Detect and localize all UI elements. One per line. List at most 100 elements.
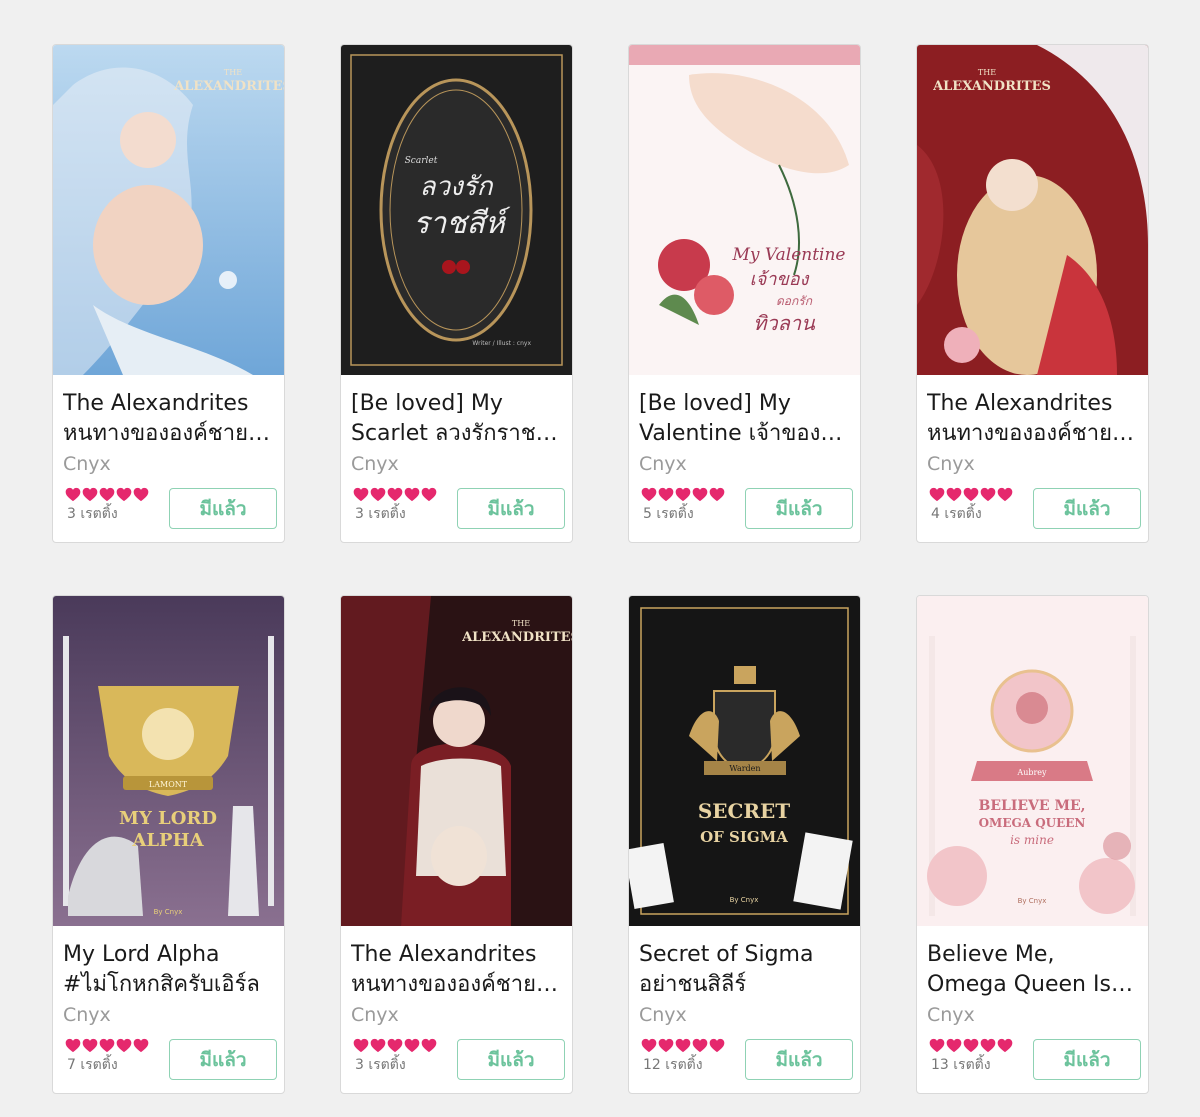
book-card[interactable]: THE ALEXANDRITES The Alexandrites หนทางขอ…	[916, 44, 1149, 543]
cover-text: By Cnyx	[730, 896, 759, 904]
book-cover[interactable]: LAMONT MY LORD ALPHA By Cnyx	[53, 596, 284, 926]
book-title[interactable]: [Be loved] My Valentine เจ้าของ…	[639, 389, 850, 449]
book-cover[interactable]: THE ALEXANDRITES	[917, 45, 1148, 375]
book-title-line1: [Be loved] My	[351, 391, 503, 416]
cover-text: THE	[224, 68, 242, 77]
heart-icon	[404, 487, 420, 502]
book-card[interactable]: THE ALEXANDRITES The Alexandrites หนทางขอ…	[340, 595, 573, 1094]
book-author[interactable]: Cnyx	[927, 1002, 1138, 1028]
heart-icon	[641, 1038, 657, 1053]
book-title-line2: Omega Queen Is…	[927, 972, 1133, 997]
book-title[interactable]: [Be loved] My Scarlet ลวงรักราช…	[351, 389, 562, 449]
heart-icon	[421, 1038, 437, 1053]
rating: 3 เรตติ้ง	[353, 1038, 437, 1076]
cover-illustration: THE ALEXANDRITES	[53, 45, 284, 375]
book-card[interactable]: My Valentine เจ้าของ ดอกรัก ทิวลาน [Be l…	[628, 44, 861, 543]
cover-illustration: Scarlet ลวงรัก ราชสีห์ Writer / Illust :…	[341, 45, 572, 375]
cover-text: ALPHA	[131, 830, 204, 851]
owned-button[interactable]: มีแล้ว	[169, 1039, 277, 1080]
book-cover[interactable]: Warden SECRET OF SIGMA By Cnyx	[629, 596, 860, 926]
cover-illustration: Aubrey BELIEVE ME, OMEGA QUEEN is mine B…	[917, 596, 1148, 926]
heart-icon	[963, 1038, 979, 1053]
heart-icon	[387, 487, 403, 502]
owned-button[interactable]: มีแล้ว	[745, 488, 853, 529]
book-title-line2: หนทางขององค์ชาย…	[927, 421, 1134, 446]
cover-text: เจ้าของ	[750, 269, 810, 290]
book-card[interactable]: Scarlet ลวงรัก ราชสีห์ Writer / Illust :…	[340, 44, 573, 543]
book-card[interactable]: LAMONT MY LORD ALPHA By Cnyx My Lord Alp…	[52, 595, 285, 1094]
book-cover[interactable]: THE ALEXANDRITES	[341, 596, 572, 926]
book-card[interactable]: Warden SECRET OF SIGMA By Cnyx Secret of…	[628, 595, 861, 1094]
book-title-line2: Valentine เจ้าของ…	[639, 421, 843, 446]
book-cover[interactable]: Scarlet ลวงรัก ราชสีห์ Writer / Illust :…	[341, 45, 572, 375]
heart-icon	[709, 1038, 725, 1053]
book-title[interactable]: Believe Me, Omega Queen Is…	[927, 940, 1138, 1000]
book-title-line2: หนทางขององค์ชาย…	[351, 972, 558, 997]
cover-text: ALEXANDRITES	[461, 630, 572, 645]
book-card[interactable]: THE ALEXANDRITES The Alexandrites หนทางขอ…	[52, 44, 285, 543]
owned-button[interactable]: มีแล้ว	[1033, 1039, 1141, 1080]
heart-icon	[353, 1038, 369, 1053]
heart-icon	[692, 1038, 708, 1053]
owned-button[interactable]: มีแล้ว	[169, 488, 277, 529]
book-author[interactable]: Cnyx	[927, 451, 1138, 477]
book-author[interactable]: Cnyx	[351, 1002, 562, 1028]
book-title[interactable]: My Lord Alpha #ไม่โกหกสิครับเอิร์ล	[63, 940, 274, 1000]
cover-illustration: Warden SECRET OF SIGMA By Cnyx	[629, 596, 860, 926]
cover-text: By Cnyx	[1018, 897, 1047, 905]
book-title[interactable]: The Alexandrites หนทางขององค์ชาย…	[351, 940, 562, 1000]
owned-button[interactable]: มีแล้ว	[1033, 488, 1141, 529]
book-author[interactable]: Cnyx	[63, 1002, 274, 1028]
owned-button[interactable]: มีแล้ว	[745, 1039, 853, 1080]
heart-icon	[82, 1038, 98, 1053]
heart-rating	[353, 487, 437, 502]
heart-icon	[963, 487, 979, 502]
book-cover[interactable]: My Valentine เจ้าของ ดอกรัก ทิวลาน	[629, 45, 860, 375]
owned-button[interactable]: มีแล้ว	[457, 1039, 565, 1080]
heart-rating	[641, 487, 725, 502]
heart-rating	[929, 487, 1013, 502]
book-title-line2: อย่าชนสิลีร์	[639, 972, 747, 997]
book-cover[interactable]: THE ALEXANDRITES	[53, 45, 284, 375]
owned-button[interactable]: มีแล้ว	[457, 488, 565, 529]
cover-text: ทิวลาน	[753, 311, 816, 335]
heart-icon	[133, 487, 149, 502]
rating: 13 เรตติ้ง	[929, 1038, 1013, 1076]
cover-text: My Valentine	[732, 245, 846, 265]
heart-rating	[929, 1038, 1013, 1053]
heart-icon	[946, 487, 962, 502]
cover-text: OMEGA QUEEN	[979, 816, 1086, 830]
heart-icon	[370, 487, 386, 502]
heart-icon	[997, 1038, 1013, 1053]
rating: 5 เรตติ้ง	[641, 487, 725, 525]
book-title-line2: หนทางขององค์ชาย…	[63, 421, 270, 446]
cover-illustration: My Valentine เจ้าของ ดอกรัก ทิวลาน	[629, 45, 860, 375]
heart-icon	[929, 487, 945, 502]
book-author[interactable]: Cnyx	[639, 1002, 850, 1028]
book-title[interactable]: The Alexandrites หนทางขององค์ชาย…	[927, 389, 1138, 449]
heart-icon	[421, 487, 437, 502]
book-author[interactable]: Cnyx	[63, 451, 274, 477]
book-cover[interactable]: Aubrey BELIEVE ME, OMEGA QUEEN is mine B…	[917, 596, 1148, 926]
book-title-line1: Secret of Sigma	[639, 942, 814, 967]
cover-text: SECRET	[698, 799, 790, 823]
cover-text: ราชสีห์	[413, 206, 510, 241]
heart-icon	[370, 1038, 386, 1053]
heart-icon	[946, 1038, 962, 1053]
rating: 12 เรตติ้ง	[641, 1038, 725, 1076]
heart-icon	[980, 487, 996, 502]
rating-count: 3 เรตติ้ง	[67, 506, 118, 522]
book-grid: THE ALEXANDRITES The Alexandrites หนทางขอ…	[52, 44, 1149, 1094]
heart-icon	[929, 1038, 945, 1053]
book-card[interactable]: Aubrey BELIEVE ME, OMEGA QUEEN is mine B…	[916, 595, 1149, 1094]
heart-icon	[997, 487, 1013, 502]
cover-text: THE	[978, 68, 996, 77]
book-author[interactable]: Cnyx	[351, 451, 562, 477]
book-title[interactable]: Secret of Sigma อย่าชนสิลีร์	[639, 940, 850, 1000]
book-title[interactable]: The Alexandrites หนทางขององค์ชาย…	[63, 389, 274, 449]
cover-text: Warden	[729, 764, 760, 773]
rating: 4 เรตติ้ง	[929, 487, 1013, 525]
book-author[interactable]: Cnyx	[639, 451, 850, 477]
book-title-line1: The Alexandrites	[351, 942, 537, 967]
cover-text: OF SIGMA	[700, 828, 788, 846]
